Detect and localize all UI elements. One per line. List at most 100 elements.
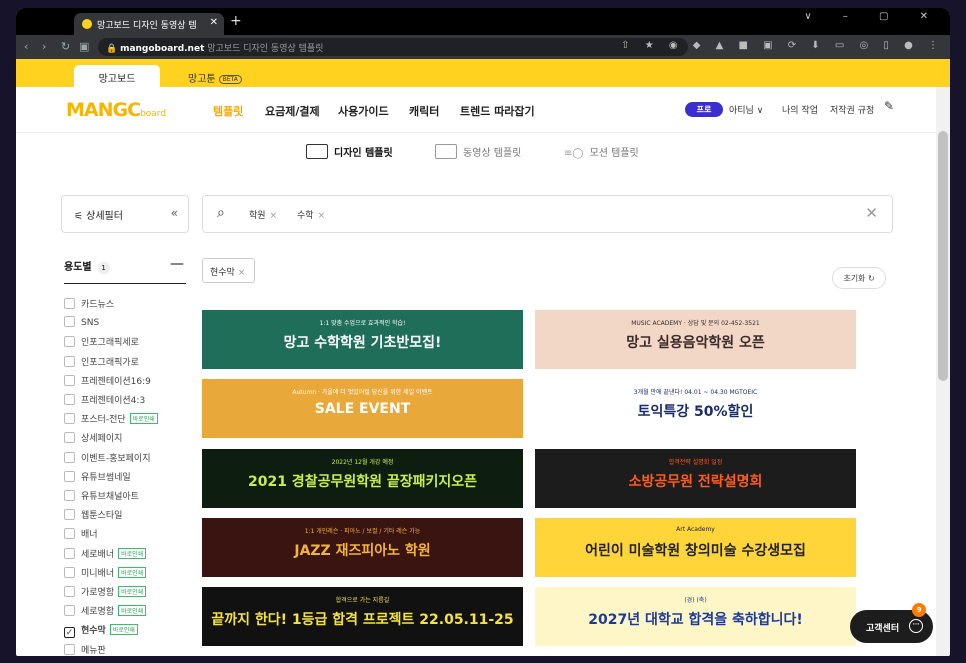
filter-option-label: 세로명함 [81, 607, 115, 618]
filter-option-label: 인포그래픽세로 [81, 338, 139, 349]
template-card[interactable]: MUSIC ACADEMY · 상담 및 문의 02-452-3521 망고 실용… [535, 310, 856, 369]
filter-option[interactable]: 세로배너 바로인쇄 [64, 547, 147, 560]
scrollbar-thumb[interactable] [938, 131, 948, 381]
checkbox[interactable]: ✓ [64, 627, 75, 639]
template-card[interactable]: 합격전략 설명회 일정 소방공무원 전략설명회 [535, 448, 856, 508]
filter-option[interactable]: SNS [64, 316, 99, 328]
tab-motion-templates[interactable]: ≡◯ 모션 템플릿 [564, 144, 639, 159]
extension-icons[interactable]: ⇧ ★ ◉ ◆ ▲ ■ ▣ ⟳ ⬇ ▭ ◎ ▯ ● ⋮ [621, 40, 944, 51]
checkbox[interactable] [64, 547, 75, 559]
remove-chip-icon[interactable]: × [318, 211, 326, 221]
collapse-icon[interactable]: « [171, 206, 178, 220]
filter-option[interactable]: 인포그래픽가로 [64, 355, 139, 368]
filter-option-label: 웹툰스타일 [81, 511, 123, 522]
logo[interactable]: MANGCboard [66, 99, 166, 121]
scrollbar[interactable] [936, 87, 950, 656]
filter-option[interactable]: 상세페이지 [64, 431, 122, 444]
template-card[interactable]: 2022년 12월 개강 예정 2021 경찰공무원학원 끝장패키지오픈 [202, 448, 523, 508]
remove-chip-icon[interactable]: × [270, 211, 278, 221]
template-card[interactable]: Art Academy 어린이 미술학원 창의미술 수강생모집 [535, 517, 856, 577]
nav-trends[interactable]: 트렌드 따라잡기 [460, 103, 535, 119]
customer-center-button[interactable]: 고객센터 9 ··· [850, 603, 933, 643]
checkbox[interactable] [64, 316, 75, 328]
checkbox[interactable] [64, 336, 75, 348]
close-tab-icon[interactable]: ✕ [210, 17, 218, 28]
pro-badge[interactable]: 프로 [685, 102, 723, 117]
search-box[interactable]: ⌕ 학원 × 수학 × ✕ [202, 195, 893, 233]
nav-guide[interactable]: 사용가이드 [338, 103, 389, 119]
search-chip[interactable]: 수학 × [297, 208, 325, 221]
template-title: 망고 실용음악학원 오픈 [626, 335, 765, 351]
window-controls[interactable]: ∨ – ▢ ✕ [804, 11, 942, 22]
filter-option[interactable]: 가로명함 바로인쇄 [64, 585, 147, 598]
detail-filter-button[interactable]: ⚟ 상세필터 « [61, 195, 189, 233]
checkbox[interactable] [64, 586, 75, 597]
template-card[interactable]: (경) (축) 2027년 대학교 합격을 축하합니다! [535, 587, 856, 647]
filter-option[interactable]: 프레젠테이션16:9 [64, 374, 151, 387]
remove-tag-icon[interactable]: × [238, 268, 246, 278]
filter-option[interactable]: 웹툰스타일 [64, 508, 122, 521]
template-card[interactable]: 1:1 맞춤 수업으로 효과적인 학습! 망고 수학학원 기초반모집! [202, 310, 523, 369]
checkbox[interactable] [64, 374, 75, 386]
checkbox[interactable] [64, 432, 75, 444]
browser-tab[interactable]: 망고보드 디자인 동영상 템 ✕ [74, 13, 224, 35]
user-menu[interactable]: 아티님 ∨ [729, 103, 763, 116]
collapse-section-icon[interactable]: — [170, 256, 184, 272]
filter-option[interactable]: 인포그래픽세로 [64, 335, 139, 348]
template-card[interactable]: 3개월 만에 끝낸다! 04.01 ~ 04.30 MGTOEIC 토익특강 50… [535, 379, 856, 439]
applied-filter-tag[interactable]: 현수막 × [202, 258, 255, 283]
nav-characters[interactable]: 캐릭터 [409, 103, 439, 119]
checkbox[interactable] [64, 509, 75, 521]
checkbox[interactable] [64, 490, 75, 501]
nav-pricing[interactable]: 요금제/결제 [265, 103, 320, 119]
template-title: 어린이 미술학원 창의미술 수강생모집 [585, 542, 806, 559]
filter-option[interactable]: 포스터-전단 바로인쇄 [64, 412, 158, 425]
browser-window: 망고보드 디자인 동영상 템 ✕ + ∨ – ▢ ✕ ‹ › ↻ ▣ 🔒 man… [16, 8, 950, 656]
filter-option[interactable]: 프레젠테이션4:3 [64, 393, 145, 406]
checkbox[interactable] [64, 355, 75, 367]
filter-option[interactable]: 유튜브채널아트 [64, 489, 139, 502]
clear-search-icon[interactable]: ✕ [865, 204, 878, 222]
tab-video-templates[interactable]: 동영상 템플릿 [435, 144, 521, 159]
template-subtitle: 1:1 개인레슨 · 피아노 / 보컬 / 기타 레슨 가능 [304, 527, 421, 535]
usage-filter-heading[interactable]: 용도별 1 — [64, 256, 186, 284]
site-info-icon[interactable]: ▣ [79, 40, 89, 53]
reload-icon[interactable]: ↻ [61, 40, 70, 53]
checkbox[interactable] [64, 605, 75, 617]
customer-center-label: 고객센터 [866, 624, 900, 634]
filter-option[interactable]: 배너 [64, 527, 98, 540]
filter-option[interactable]: 유튜브썸네일 [64, 470, 131, 483]
checkbox[interactable] [64, 566, 75, 578]
filter-option[interactable]: 이벤트-홍보페이지 [64, 451, 151, 464]
search-chip[interactable]: 학원 × [249, 208, 277, 221]
my-work-link[interactable]: 나의 작업 [782, 103, 818, 116]
tab-mangoboard[interactable]: 망고보드 [74, 65, 160, 87]
tab-design-templates[interactable]: 디자인 템플릿 [306, 144, 393, 159]
checkbox[interactable] [64, 470, 75, 482]
forward-icon[interactable]: › [42, 40, 46, 53]
copyright-link[interactable]: 저작권 규정 [830, 103, 874, 116]
new-tab-button[interactable]: + [230, 13, 242, 29]
checkbox[interactable] [64, 394, 75, 405]
filter-option[interactable]: 카드뉴스 [64, 297, 114, 310]
template-card[interactable]: Autumn · 가을에 더 멋있어질 당신을 위한 세일 이벤트 SALE EV… [202, 379, 523, 439]
tab-design-label: 디자인 템플릿 [334, 148, 393, 159]
print-badge: 바로인쇄 [118, 605, 147, 617]
filter-option[interactable]: 미니배너 바로인쇄 [64, 566, 147, 579]
filter-option[interactable]: 메뉴판 [64, 643, 106, 656]
back-icon[interactable]: ‹ [24, 40, 28, 53]
checkbox[interactable] [64, 643, 75, 655]
tab-mangotoon[interactable]: 망고툰 BETA [188, 70, 242, 85]
pen-icon[interactable]: ✎ [884, 99, 894, 113]
template-card[interactable]: 합격으로 가는 지름길 끝까지 한다! 1등급 합격 프로젝트 22.05.11-… [202, 587, 523, 647]
checkbox[interactable] [64, 298, 75, 309]
nav-templates[interactable]: 템플릿 [213, 103, 243, 119]
reset-button[interactable]: 초기화 ↻ [832, 267, 886, 289]
filter-option[interactable]: 세로명함 바로인쇄 [64, 604, 147, 618]
checkbox[interactable] [64, 451, 75, 463]
checkbox[interactable] [64, 413, 75, 425]
template-card[interactable]: 1:1 개인레슨 · 피아노 / 보컬 / 기타 레슨 가능 JAZZ 재즈피아노… [202, 517, 523, 577]
filter-option[interactable]: ✓ 현수막 바로인쇄 [64, 623, 138, 639]
checkbox[interactable] [64, 528, 75, 540]
url-field[interactable]: 🔒 mangoboard.net 망고보드 디자인 동영상 템플릿 [98, 38, 688, 56]
